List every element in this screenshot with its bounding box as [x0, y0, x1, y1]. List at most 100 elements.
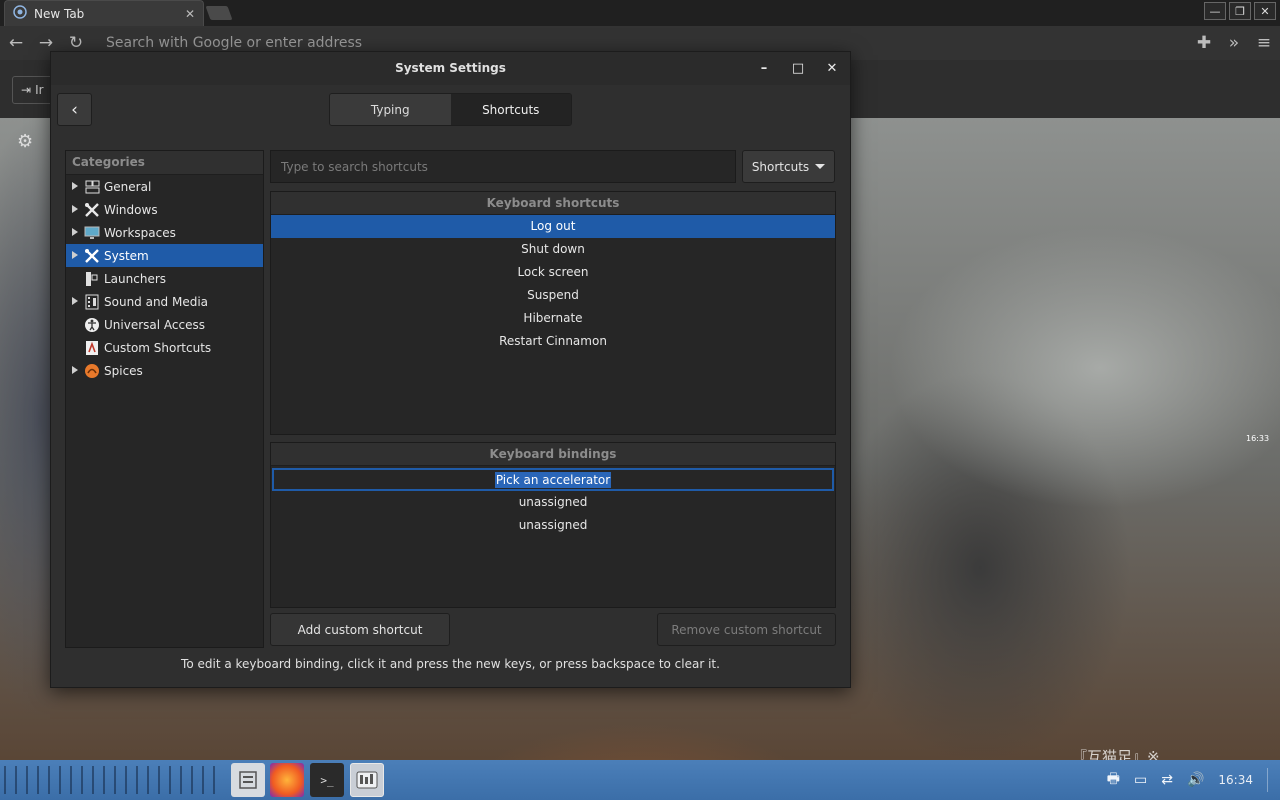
tab-switcher: Typing Shortcuts: [329, 93, 572, 126]
hint-text: To edit a keyboard binding, click it and…: [181, 657, 720, 671]
shortcut-restart-cinnamon[interactable]: Restart Cinnamon: [271, 330, 835, 353]
close-button[interactable]: ✕: [821, 58, 843, 78]
spices-icon: [84, 363, 100, 379]
expander-icon[interactable]: [72, 182, 78, 190]
category-custom-shortcuts[interactable]: Custom Shortcuts: [66, 336, 263, 359]
category-label: System: [104, 248, 149, 263]
categories-list: Categories General Windows Workspaces Sy…: [65, 150, 264, 648]
back-button[interactable]: ‹: [57, 93, 92, 126]
category-universal-access[interactable]: Universal Access: [66, 313, 263, 336]
keyboard-shortcuts-header: Keyboard shortcuts: [271, 192, 835, 215]
category-label: Workspaces: [104, 225, 176, 240]
workspaces-icon: [84, 225, 100, 241]
browser-minimize-button[interactable]: —: [1204, 2, 1226, 20]
tab-title: New Tab: [34, 6, 85, 21]
system-settings-icon[interactable]: [350, 763, 384, 797]
expander-icon[interactable]: [72, 297, 78, 305]
category-label: Launchers: [104, 271, 167, 286]
gear-icon[interactable]: ⚙: [17, 131, 33, 152]
shortcut-lock-screen[interactable]: Lock screen: [271, 261, 835, 284]
keyboard-shortcuts-list: Keyboard shortcuts Log out Shut down Loc…: [270, 191, 836, 435]
binding-row-editing[interactable]: Pick an accelerator: [272, 468, 834, 491]
forward-icon[interactable]: →: [38, 33, 54, 53]
import-icon: ⇥: [21, 83, 32, 97]
category-label: General: [104, 179, 152, 194]
category-launchers[interactable]: Launchers: [66, 267, 263, 290]
files-icon[interactable]: [231, 763, 265, 797]
chevron-left-icon: ‹: [71, 99, 78, 120]
minimize-button[interactable]: –: [753, 58, 775, 78]
category-general[interactable]: General: [66, 175, 263, 198]
taskbar: >_ 🖶 ▭ ⇄ 🔊 16:34: [0, 760, 1280, 800]
system-icon: [84, 248, 100, 264]
volume-icon[interactable]: 🔊: [1187, 772, 1204, 788]
tab-shortcuts[interactable]: Shortcuts: [450, 94, 571, 125]
system-tray: 🖶 ▭ ⇄ 🔊 16:34: [1107, 760, 1268, 800]
dialog-title: System Settings: [395, 61, 506, 75]
search-shortcuts-input[interactable]: [270, 150, 736, 183]
dropdown-label: Shortcuts: [751, 159, 810, 174]
sound-media-icon: [84, 294, 100, 310]
terminal-icon[interactable]: >_: [310, 763, 344, 797]
tab-typing[interactable]: Typing: [330, 94, 451, 125]
firefox-tab-icon: [13, 5, 27, 22]
keyboard-bindings-list: Keyboard bindings Pick an accelerator un…: [270, 442, 836, 608]
tab-strip: New Tab ✕ — ❐ ✕: [0, 0, 1280, 26]
expander-icon[interactable]: [72, 251, 78, 259]
tab-new-tab[interactable]: New Tab ✕: [4, 0, 204, 26]
windows-icon: [84, 202, 100, 218]
category-sound-and-media[interactable]: Sound and Media: [66, 290, 263, 313]
general-icon: [84, 179, 100, 195]
menu-icon[interactable]: ≡: [1256, 33, 1272, 53]
shortcut-log-out[interactable]: Log out: [271, 215, 835, 238]
extensions-icon[interactable]: ✚: [1196, 33, 1212, 53]
dialog-titlebar[interactable]: System Settings – □ ✕: [51, 52, 850, 85]
clock[interactable]: 16:34: [1218, 773, 1253, 787]
shortcut-suspend[interactable]: Suspend: [271, 284, 835, 307]
category-workspaces[interactable]: Workspaces: [66, 221, 263, 244]
expander-icon[interactable]: [72, 205, 78, 213]
url-placeholder: Search with Google or enter address: [106, 35, 363, 51]
binding-row[interactable]: unassigned: [271, 491, 835, 514]
maximize-button[interactable]: □: [787, 58, 809, 78]
firefox-icon[interactable]: [270, 763, 304, 797]
keyboard-bindings-header: Keyboard bindings: [271, 443, 835, 466]
network-icon[interactable]: ⇄: [1161, 772, 1173, 788]
category-windows[interactable]: Windows: [66, 198, 263, 221]
launchers-icon: [84, 271, 100, 287]
binding-row[interactable]: unassigned: [271, 514, 835, 537]
tray-separator: [1267, 768, 1268, 792]
import-label: Ir: [35, 83, 44, 97]
universal-access-icon: [84, 317, 100, 333]
custom-shortcuts-icon: [84, 340, 100, 356]
printer-icon[interactable]: 🖶: [1107, 768, 1120, 792]
expander-icon[interactable]: [72, 366, 78, 374]
shortcut-shut-down[interactable]: Shut down: [271, 238, 835, 261]
workspace-switcher[interactable]: [4, 766, 224, 794]
display-icon[interactable]: ▭: [1134, 772, 1147, 788]
category-label: Custom Shortcuts: [104, 340, 212, 355]
category-label: Universal Access: [104, 317, 205, 332]
remove-custom-shortcut-button[interactable]: Remove custom shortcut: [657, 613, 836, 646]
category-spices[interactable]: Spices: [66, 359, 263, 382]
expander-icon[interactable]: [72, 228, 78, 236]
browser-close-button[interactable]: ✕: [1254, 2, 1276, 20]
category-label: Windows: [104, 202, 158, 217]
overflow-icon[interactable]: »: [1226, 33, 1242, 53]
back-icon[interactable]: ←: [8, 33, 24, 53]
shortcuts-dropdown[interactable]: Shortcuts: [742, 150, 835, 183]
browser-window-controls: — ❐ ✕: [1204, 2, 1276, 20]
video-caption: 『互猫足』※…: [1072, 748, 1175, 760]
shortcut-hibernate[interactable]: Hibernate: [271, 307, 835, 330]
reload-icon[interactable]: ↻: [68, 33, 84, 53]
browser-restore-button[interactable]: ❐: [1229, 2, 1251, 20]
category-label: Spices: [104, 363, 143, 378]
system-settings-dialog: System Settings – □ ✕ ‹ Typing Shortcuts…: [50, 51, 851, 688]
category-label: Sound and Media: [104, 294, 209, 309]
accelerator-prompt: Pick an accelerator: [494, 471, 612, 488]
tab-close-icon[interactable]: ✕: [185, 7, 195, 21]
categories-header: Categories: [66, 151, 263, 175]
add-custom-shortcut-button[interactable]: Add custom shortcut: [270, 613, 450, 646]
new-tab-button[interactable]: [205, 6, 233, 20]
category-system[interactable]: System: [66, 244, 263, 267]
